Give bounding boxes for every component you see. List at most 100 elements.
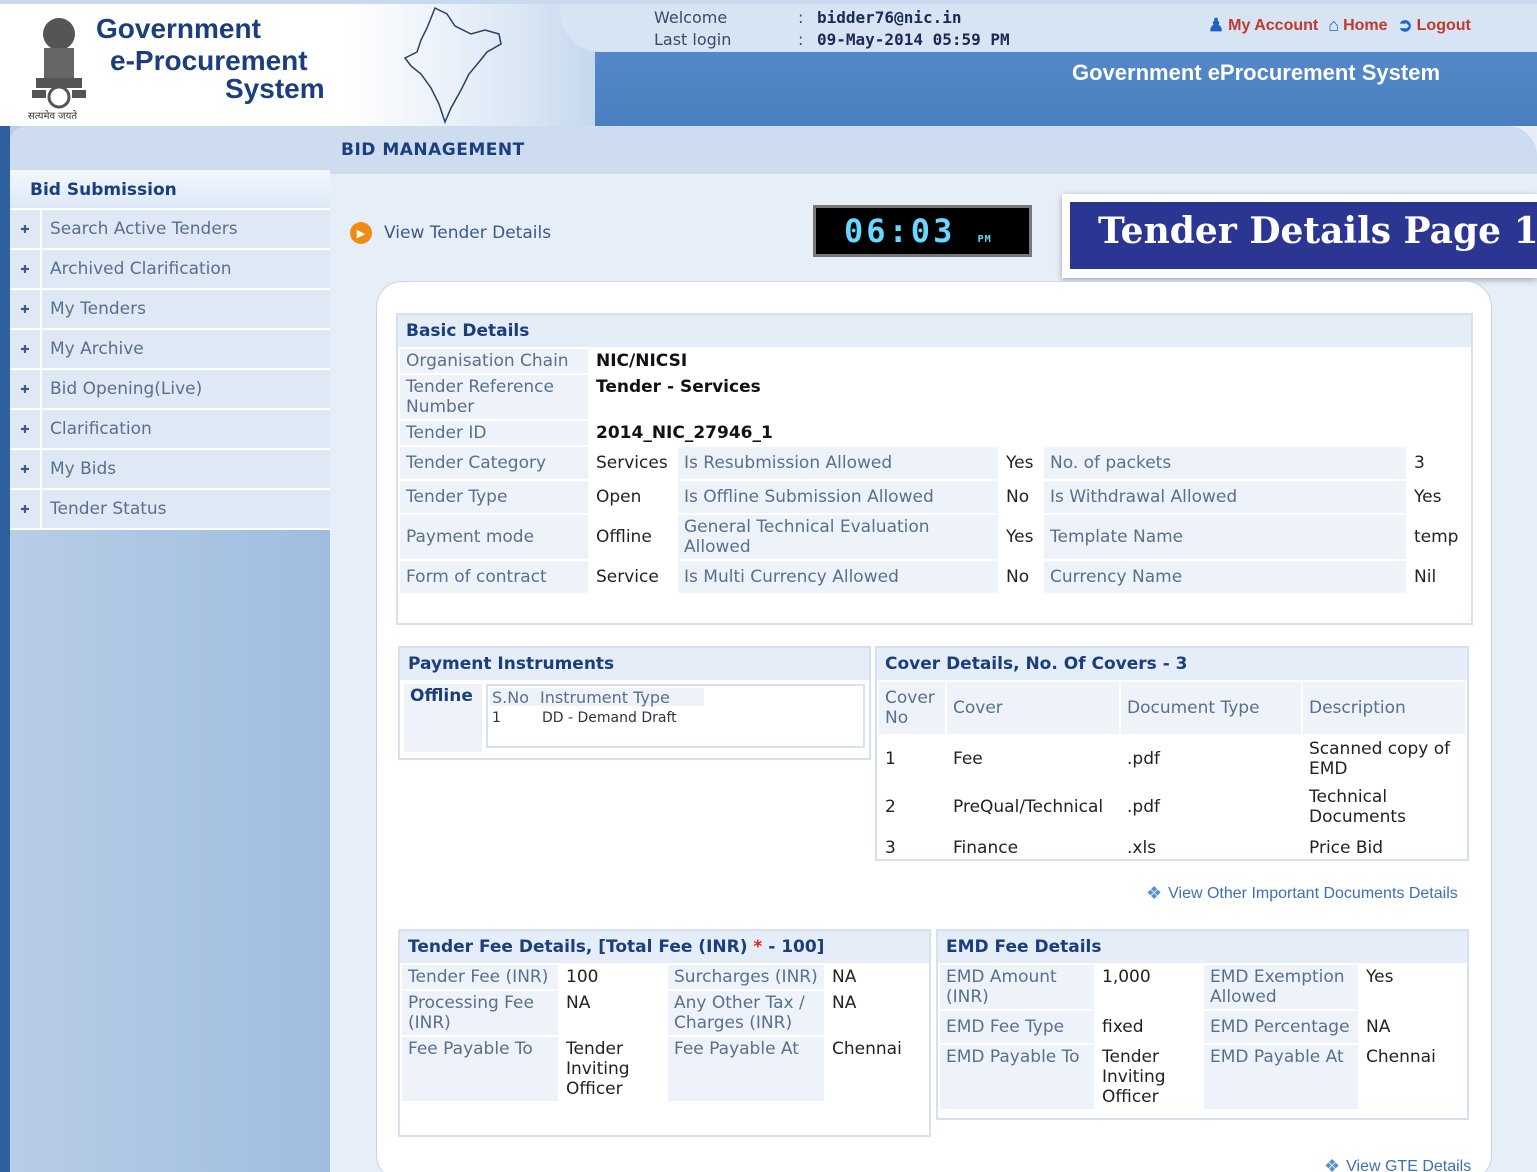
sidebar-item-my-archive[interactable]: ✚ My Archive xyxy=(10,330,330,370)
expand-arrow-icon: ✚ xyxy=(10,490,42,528)
user-icon: ♟ xyxy=(1208,15,1225,35)
row-value: Yes xyxy=(1006,453,1034,473)
other-tax-value: NA xyxy=(832,993,857,1013)
tender-id-key: Tender ID xyxy=(400,421,588,445)
tender-id-value: 2014_NIC_27946_1 xyxy=(596,423,773,443)
row-key: General Technical Evaluation Allowed xyxy=(678,515,998,559)
payment-mode: Offline xyxy=(404,684,482,752)
table-row: Processing Fee (INR) NA Any Other Tax / … xyxy=(402,991,927,1035)
table-row: Fee Payable To Tender Inviting Officer F… xyxy=(402,1037,927,1101)
my-account-link[interactable]: ♟ My Account xyxy=(1208,15,1318,36)
home-link[interactable]: ⌂ Home xyxy=(1328,15,1387,36)
row-value: temp xyxy=(1414,527,1459,547)
cover-doc-type: .pdf xyxy=(1127,797,1160,817)
page-title: BID MANAGEMENT xyxy=(341,140,525,160)
sidebar-item-my-bids[interactable]: ✚ My Bids xyxy=(10,450,330,490)
fee-payable-to-value: Tender Inviting Officer xyxy=(566,1039,630,1099)
table-row: 3 Finance .xls Price Bid xyxy=(879,832,1465,864)
tender-fee-panel: Tender Fee Details, [Total Fee (INR) * -… xyxy=(398,929,931,1137)
row-key: Is Multi Currency Allowed xyxy=(678,561,998,593)
digital-clock: 06:03 PM xyxy=(813,205,1032,257)
surcharges-key: Surcharges (INR) xyxy=(668,965,824,989)
india-map-area xyxy=(345,4,595,126)
row-value: Service xyxy=(596,567,659,587)
last-login-colon: : xyxy=(798,30,804,49)
sidebar-item-bid-opening-live[interactable]: ✚ Bid Opening(Live) xyxy=(10,370,330,410)
view-other-documents-label: View Other Important Documents Details xyxy=(1168,884,1458,902)
tender-fee-value: 100 xyxy=(566,967,599,987)
cover-description: Scanned copy of EMD xyxy=(1309,739,1451,779)
logo-title-line1: Government xyxy=(96,13,261,44)
logo-area: Government e-Procurement System सत्यमेव … xyxy=(0,4,345,126)
cover-name: PreQual/Technical xyxy=(953,797,1104,817)
expand-arrow-icon: ✚ xyxy=(10,210,42,248)
page-banner: Tender Details Page 1 xyxy=(1062,194,1537,278)
table-row: Tender Type Open Is Offline Submission Al… xyxy=(400,481,1469,513)
emd-payable-to-value: Tender Inviting Officer xyxy=(1102,1047,1166,1107)
clock-time: 06:03 xyxy=(844,212,956,250)
cover-name: Fee xyxy=(953,749,983,769)
sidebar-item-my-tenders[interactable]: ✚ My Tenders xyxy=(10,290,330,330)
instrument-table: S.No Instrument Type 1 DD - Demand Draft xyxy=(486,684,865,748)
cover-doc-type: .pdf xyxy=(1127,749,1160,769)
cover-name: Finance xyxy=(953,838,1019,858)
row-key: Tender Category xyxy=(400,447,588,479)
expand-arrow-icon: ✚ xyxy=(10,370,42,408)
emd-percentage-value: NA xyxy=(1366,1017,1391,1037)
row-value: Nil xyxy=(1414,567,1437,587)
cover-doc-type: .xls xyxy=(1127,838,1157,858)
india-map-icon xyxy=(403,6,502,125)
logo-title-line3: System xyxy=(225,73,325,104)
row-value: No xyxy=(1006,567,1030,587)
org-chain-value: NIC/NICSI xyxy=(596,351,688,371)
cover-no: 1 xyxy=(885,749,896,769)
tender-fee-total: - 100] xyxy=(762,937,825,957)
sidebar-item-archived-clarification[interactable]: ✚ Archived Clarification xyxy=(10,250,330,290)
logout-link[interactable]: ➲ Logout xyxy=(1398,15,1471,36)
emd-payable-to-key: EMD Payable To xyxy=(940,1045,1094,1109)
expand-arrow-icon: ✚ xyxy=(10,250,42,288)
processing-fee-value: NA xyxy=(566,993,591,1013)
sidebar-item-tender-status[interactable]: ✚ Tender Status xyxy=(10,490,330,530)
view-other-documents-link[interactable]: ❖ View Other Important Documents Details xyxy=(1146,883,1458,904)
emd-amount-key: EMD Amount (INR) xyxy=(940,965,1094,1009)
tender-ref-key: Tender Reference Number xyxy=(400,375,588,419)
logout-icon: ➲ xyxy=(1397,15,1413,35)
emd-payable-at-value: Chennai xyxy=(1366,1047,1436,1067)
emd-exemption-key: EMD Exemption Allowed xyxy=(1204,965,1358,1009)
cover-description: Technical Documents xyxy=(1309,787,1406,827)
col-header: Document Type xyxy=(1121,682,1301,734)
payment-instruments-panel: Payment Instruments Offline S.No Instrum… xyxy=(398,646,871,760)
sidebar-item-label: My Archive xyxy=(50,339,144,359)
sidebar-item-label: My Tenders xyxy=(50,299,146,319)
tender-fee-key: Tender Fee (INR) xyxy=(402,965,558,989)
emblem-motto: सत्यमेव जयते xyxy=(28,111,78,122)
banner-text: Tender Details Page 1 xyxy=(1070,202,1537,269)
view-gte-details-link[interactable]: ❖ View GTE Details xyxy=(1324,1156,1471,1172)
col-header: Description xyxy=(1303,682,1465,734)
row-key: Payment mode xyxy=(400,515,588,559)
row-key: Is Resubmission Allowed xyxy=(678,447,998,479)
row-key: Currency Name xyxy=(1044,561,1406,593)
emd-percentage-key: EMD Percentage xyxy=(1204,1011,1358,1043)
tender-ref-value: Tender - Services xyxy=(596,377,761,397)
table-row: EMD Payable To Tender Inviting Officer E… xyxy=(940,1045,1465,1109)
cover-no: 3 xyxy=(885,838,896,858)
last-login-label: Last login xyxy=(654,30,732,49)
welcome-label: Welcome xyxy=(654,8,728,27)
table-row: Tender Category Services Is Resubmission … xyxy=(400,447,1469,479)
expand-arrow-icon: ✚ xyxy=(10,450,42,488)
header-bar: Government e-Procurement System सत्यमेव … xyxy=(0,0,1537,126)
sidebar-item-label: Archived Clarification xyxy=(50,259,232,279)
row-value: No xyxy=(1006,487,1030,507)
sidebar-item-clarification[interactable]: ✚ Clarification xyxy=(10,410,330,450)
home-label: Home xyxy=(1343,16,1388,34)
emd-amount-value: 1,000 xyxy=(1102,967,1151,987)
table-row: 1 Fee .pdf Scanned copy of EMD xyxy=(879,736,1465,782)
table-row: EMD Fee Type fixed EMD Percentage NA xyxy=(940,1011,1465,1043)
sidebar-item-search-active-tenders[interactable]: ✚ Search Active Tenders xyxy=(10,210,330,250)
view-tender-details-row: ▶ View Tender Details xyxy=(350,222,551,244)
required-star: * xyxy=(753,937,763,957)
table-row: 2 PreQual/Technical .pdf Technical Docum… xyxy=(879,784,1465,830)
emd-fee-panel: EMD Fee Details EMD Amount (INR) 1,000 E… xyxy=(936,929,1469,1120)
